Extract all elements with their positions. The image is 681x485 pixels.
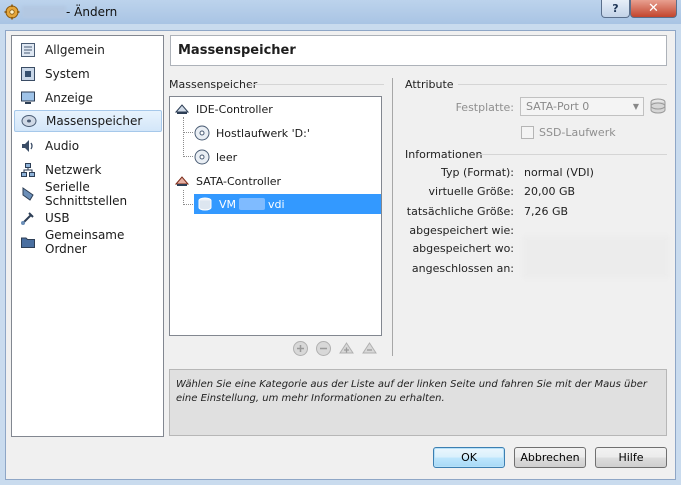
sidebar-item-label: Gemeinsame Ordner [45, 228, 125, 256]
titlebar-help-button[interactable]: ? [601, 0, 630, 18]
settings-general-icon [20, 42, 36, 58]
disk-port-value: SATA-Port 0 [526, 100, 590, 113]
tree-item-label: SATA-Controller [196, 174, 282, 188]
tree-connector [183, 156, 193, 157]
sidebar-item-label: Massenspeicher [46, 114, 143, 128]
choose-disk-icon[interactable] [649, 97, 667, 115]
ssd-checkbox-row[interactable]: SSD-Laufwerk [521, 126, 616, 139]
info-value-type: normal (VDI) [524, 166, 594, 179]
storage-disk-icon [21, 113, 37, 129]
info-label-virtual-size: virtuelle Größe: [428, 185, 514, 198]
ide-controller-icon [174, 101, 190, 117]
dialog-client-area: Allgemein System Anzeige Massenspeicher … [5, 30, 676, 480]
sidebar-item-audio[interactable]: Audio [14, 135, 162, 157]
info-label-stored-where: abgespeichert wo: [412, 242, 514, 255]
tree-action-toolbar [292, 340, 378, 357]
optical-disc-icon [194, 125, 210, 141]
hard-disk-icon [197, 196, 213, 212]
shared-folder-icon [20, 234, 36, 250]
titlebar-close-button[interactable]: ✕ [630, 0, 677, 18]
tree-item-label-prefix: VM [219, 197, 237, 211]
attributes-group-separator [458, 84, 667, 85]
info-label-stored-as: abgespeichert wie: [409, 224, 514, 237]
tree-item-leer[interactable]: leer [194, 147, 379, 167]
remove-attachment-icon[interactable] [361, 340, 378, 357]
tree-connector [183, 117, 184, 157]
information-group-label: Informationen [405, 148, 483, 161]
redacted-vm-name [22, 6, 66, 18]
window-titlebar[interactable]: - Ändern ? ✕ [0, 0, 681, 24]
sidebar-item-label: Serielle Schnittstellen [45, 180, 128, 208]
sidebar-item-gemeinsame-ordner[interactable]: Gemeinsame Ordner [14, 228, 162, 256]
info-value-actual-size: 7,26 GB [524, 205, 569, 218]
chevron-down-icon: ▼ [632, 102, 639, 111]
description-box: Wählen Sie eine Kategorie aus der Liste … [169, 369, 667, 436]
ok-button[interactable]: OK [433, 447, 505, 468]
remove-controller-icon[interactable] [315, 340, 332, 357]
redacted-disk-name [239, 198, 266, 210]
sidebar-item-label: Audio [45, 139, 80, 153]
help-button[interactable]: Hilfe [595, 447, 667, 468]
optical-disc-icon [194, 149, 210, 165]
disk-port-label: Festplatte: [455, 101, 514, 114]
disk-port-select[interactable]: SATA-Port 0 ▼ [520, 97, 644, 116]
system-chip-icon [20, 66, 36, 82]
tree-item-label: leer [216, 150, 238, 164]
sidebar-item-serielle-schnittstellen[interactable]: Serielle Schnittstellen [14, 180, 162, 208]
ssd-checkbox-label: SSD-Laufwerk [539, 126, 616, 139]
sidebar-item-netzwerk[interactable]: Netzwerk [14, 159, 162, 181]
gear-icon [4, 4, 20, 20]
sidebar-item-massenspeicher[interactable]: Massenspeicher [14, 110, 162, 132]
sidebar-item-label: Anzeige [45, 91, 93, 105]
sidebar-item-usb[interactable]: USB [14, 207, 162, 229]
display-monitor-icon [20, 90, 36, 106]
tree-item-ide-controller[interactable]: IDE-Controller [174, 99, 379, 119]
redacted-storage-path [523, 236, 669, 278]
sidebar-item-allgemein[interactable]: Allgemein [14, 39, 162, 61]
sidebar-item-label: Netzwerk [45, 163, 102, 177]
info-value-virtual-size: 20,00 GB [524, 185, 576, 198]
info-label-attached-to: angeschlossen an: [411, 262, 514, 275]
sidebar-item-system[interactable]: System [14, 63, 162, 85]
window-title: - Ändern [66, 5, 118, 19]
serial-port-icon [20, 186, 36, 202]
audio-speaker-icon [20, 138, 36, 154]
pane-separator [392, 78, 393, 356]
tree-item-hostlaufwerk[interactable]: Hostlaufwerk 'D:' [194, 123, 379, 143]
tree-item-label-suffix: vdi [268, 197, 285, 211]
tree-connector [183, 132, 193, 133]
info-label-actual-size: tatsächliche Größe: [406, 205, 514, 218]
storage-group-label: Massenspeicher [169, 78, 258, 91]
add-controller-icon[interactable] [292, 340, 309, 357]
sidebar-item-label: Allgemein [45, 43, 105, 57]
tree-connector [183, 190, 184, 205]
settings-category-list[interactable]: Allgemein System Anzeige Massenspeicher … [11, 35, 164, 437]
tree-item-label: IDE-Controller [196, 102, 273, 116]
sidebar-item-anzeige[interactable]: Anzeige [14, 87, 162, 109]
cancel-button[interactable]: Abbrechen [514, 447, 586, 468]
storage-tree[interactable]: IDE-Controller Hostlaufwerk 'D:' leer SA… [169, 96, 382, 336]
attributes-group-label: Attribute [405, 78, 454, 91]
information-group-separator [478, 154, 667, 155]
tree-connector [183, 204, 193, 205]
network-icon [20, 162, 36, 178]
add-attachment-icon[interactable] [338, 340, 355, 357]
usb-icon [20, 210, 36, 226]
info-label-type: Typ (Format): [440, 166, 514, 179]
sidebar-item-label: USB [45, 211, 70, 225]
ssd-checkbox[interactable] [521, 126, 534, 139]
sidebar-item-label: System [45, 67, 90, 81]
page-title: Massenspeicher [178, 43, 296, 58]
description-text: Wählen Sie eine Kategorie aus der Liste … [176, 379, 647, 404]
storage-group-separator [250, 84, 384, 85]
sata-controller-icon [174, 173, 190, 189]
tree-item-label: Hostlaufwerk 'D:' [216, 126, 310, 140]
tree-item-sata-controller[interactable]: SATA-Controller [174, 171, 379, 191]
page-header: Massenspeicher [170, 35, 667, 66]
tree-item-vm-disk[interactable]: VM vdi [194, 194, 381, 214]
